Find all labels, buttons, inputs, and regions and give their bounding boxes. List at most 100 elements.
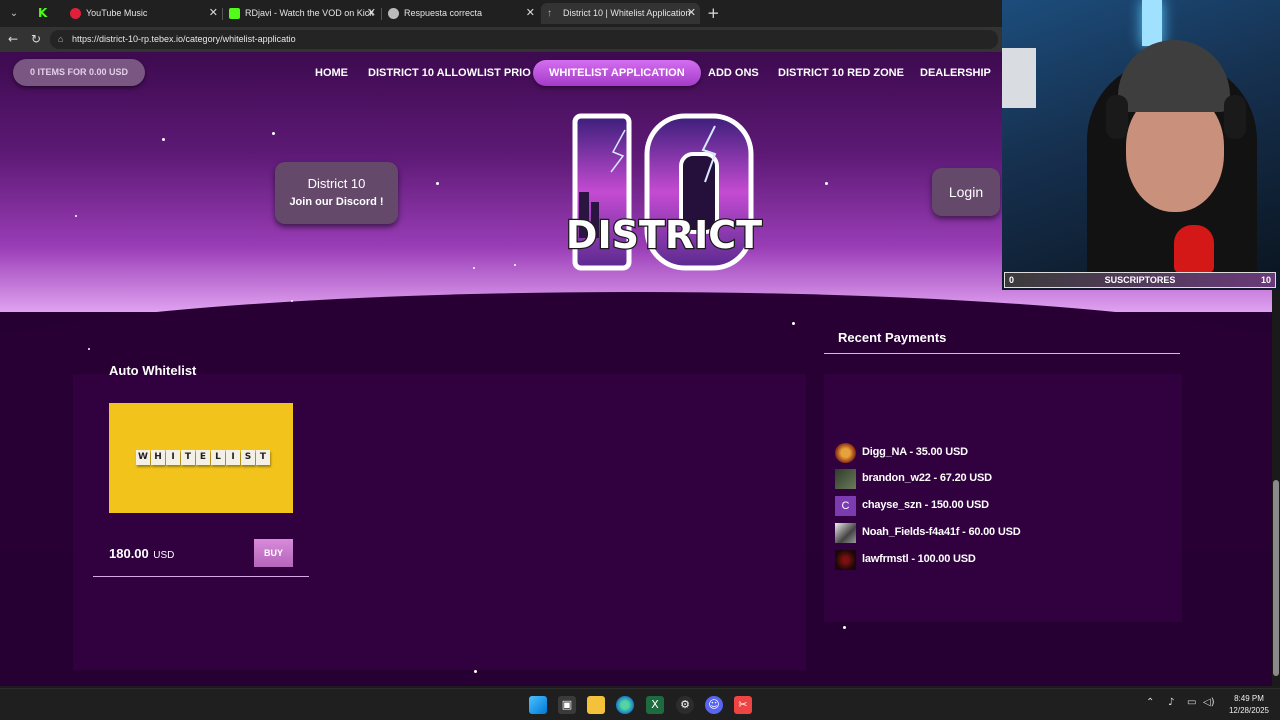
windows-taskbar: ▣ X ⚙ ☺ ✂ ⌃ ♪ ▭ ◁) 8:49 PM 12/28/2025 [0,688,1280,720]
address-bar-row: ← ↻ ⌂ https://district-10-rp.tebex.io/ca… [0,27,1002,52]
tab-kick-vod[interactable]: RDjavi - Watch the VOD on Kick ✕ [223,3,380,24]
package-title[interactable]: Auto Whitelist [109,363,196,378]
microphone-icon[interactable]: ♪ [1168,697,1174,708]
letter-tile: L [211,450,225,465]
close-tab-icon[interactable]: ✕ [526,3,535,24]
air-conditioner [1002,48,1036,108]
screen: ⌄ K YouTube Music ✕ RDjavi - Watch the V… [0,0,1280,720]
tab-district-10[interactable]: ↑ District 10 | Whitelist Application ✕ [541,3,700,24]
star [436,182,439,185]
tab-youtube-music[interactable]: YouTube Music ✕ [64,3,222,24]
buy-button[interactable]: BUY [254,539,293,567]
letter-tile: I [166,450,180,465]
package-price: 180.00 USD [109,545,174,563]
tab-actions-chevron-icon[interactable]: ⌄ [4,5,24,22]
payment-avatar [835,550,856,570]
kick-pinned-tab-icon[interactable]: K [38,6,52,20]
login-button[interactable]: Login [932,168,1000,216]
headphone-left [1106,95,1128,139]
subscriber-goal-bar: 0 SUSCRIPTORES 10 [1004,272,1276,288]
tray-chevron-icon[interactable]: ⌃ [1146,697,1154,708]
recent-payments-title: Recent Payments [838,330,947,345]
star [792,322,795,325]
letter-tile: E [196,450,210,465]
star [843,626,846,629]
logo-word: DISTRICT [566,213,762,257]
letter-tile: T [181,450,195,465]
star [88,348,90,350]
headphone-right [1224,95,1246,139]
browser-tab-bar: ⌄ K YouTube Music ✕ RDjavi - Watch the V… [0,0,1002,27]
star [291,300,293,302]
star [272,132,275,135]
close-tab-icon[interactable]: ✕ [687,3,696,24]
payment-item: brandon_w22 - 67.20 USD [835,469,1135,489]
discord-icon[interactable]: ☺ [705,696,723,714]
scrollbar-thumb[interactable] [1273,480,1279,676]
star [75,215,77,217]
discord-subtitle: Join our Discord ! [289,196,384,208]
edge-icon[interactable] [616,696,634,714]
nav-home[interactable]: HOME [315,60,348,86]
star [514,264,516,266]
package-image[interactable]: WHITELIST [109,403,293,513]
reload-icon[interactable]: ↻ [28,31,44,47]
star [474,670,477,673]
microphone [1174,225,1214,273]
payment-item: lawfrmstl - 100.00 USD [835,550,1135,570]
clock-time: 8:49 PM [1234,694,1264,703]
back-arrow-icon[interactable]: ← [5,31,21,47]
nav-whitelist-application[interactable]: WHITELIST APPLICATION [533,60,701,86]
payment-avatar [835,469,856,489]
site-info-icon[interactable]: ⌂ [58,30,63,49]
nav-add-ons[interactable]: ADD ONS [708,60,759,86]
steam-icon[interactable]: ⚙ [676,696,694,714]
payment-item: C chayse_szn - 150.00 USD [835,496,1135,516]
tab-title: District 10 | Whitelist Application [563,8,691,18]
nav-red-zone[interactable]: DISTRICT 10 RED ZONE [778,60,904,86]
letter-tile: S [241,450,255,465]
letter-tile: W [136,450,150,465]
snipping-tool-icon[interactable]: ✂ [734,696,752,714]
close-tab-icon[interactable]: ✕ [367,3,376,24]
tab-title: YouTube Music [86,8,148,18]
excel-icon[interactable]: X [646,696,664,714]
cart-summary-button[interactable]: 0 ITEMS FOR 0.00 USD [13,59,145,86]
discord-button[interactable]: District 10 Join our Discord ! [275,162,398,224]
price-currency: USD [153,550,175,561]
close-tab-icon[interactable]: ✕ [209,3,218,24]
district-10-logo[interactable]: DISTRICT [565,112,763,276]
tab-respuesta-correcta[interactable]: Respuesta correcta ✕ [382,3,539,24]
store-icon[interactable]: ▣ [558,696,576,714]
payment-text: chayse_szn - 150.00 USD [862,499,989,511]
payment-item: Digg_NA - 35.00 USD [835,443,1135,463]
page-scrollbar[interactable] [1272,290,1280,686]
star [473,267,475,269]
payment-avatar [835,443,856,463]
recent-payments-divider [824,353,1180,354]
url-field[interactable]: ⌂ https://district-10-rp.tebex.io/catego… [50,30,998,49]
volume-icon[interactable]: ◁) [1203,697,1215,708]
tebex-icon: ↑ [547,8,552,19]
network-icon[interactable]: ▭ [1187,697,1196,708]
nav-allowlist-prio[interactable]: DISTRICT 10 ALLOWLIST PRIO [368,60,531,86]
payment-text: lawfrmstl - 100.00 USD [862,553,976,565]
new-tab-icon[interactable]: + [707,3,720,24]
url-text: https://district-10-rp.tebex.io/category… [72,34,296,44]
payment-text: Digg_NA - 35.00 USD [862,446,968,458]
whitelist-tiles: WHITELIST [136,450,270,465]
payment-item: Noah_Fields-f4a41f - 60.00 USD [835,523,1135,543]
letter-tile: H [151,450,165,465]
openai-icon [388,8,399,19]
payment-text: Noah_Fields-f4a41f - 60.00 USD [862,526,1021,538]
start-icon[interactable] [529,696,547,714]
clock-date: 12/28/2025 [1228,706,1270,715]
file-explorer-icon[interactable] [587,696,605,714]
letter-tile: T [256,450,270,465]
clock[interactable]: 8:49 PM 12/28/2025 [1222,693,1276,717]
nav-dealership[interactable]: DEALERSHIP [920,60,991,86]
payment-text: brandon_w22 - 67.20 USD [862,472,992,484]
subs-goal: 10 [1260,275,1271,285]
package-divider [93,576,309,577]
payment-avatar [835,523,856,543]
